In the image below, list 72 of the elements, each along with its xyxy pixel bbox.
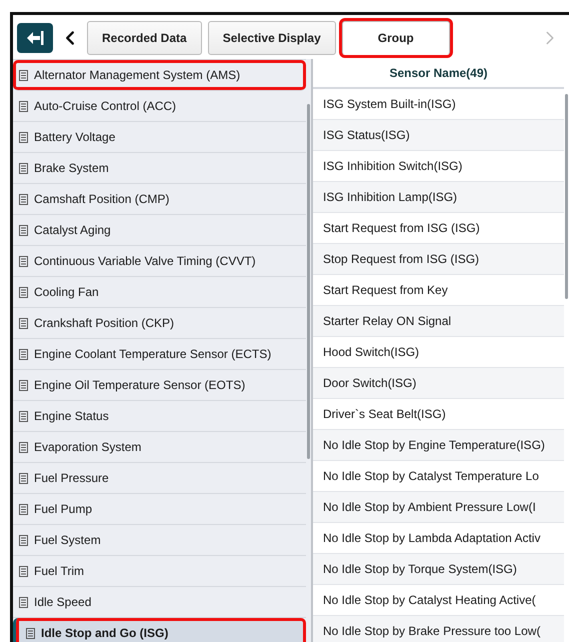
exit-icon [25,30,45,46]
document-icon [19,162,28,174]
document-icon [19,256,28,266]
tab[interactable]: Group [342,21,450,55]
scrollbar[interactable] [307,104,310,459]
document-icon [19,596,28,608]
sensor-name[interactable]: No Idle Stop by Engine Temperature(ISG) [313,430,564,461]
group-label: Idle Speed [34,595,92,609]
sensor-name[interactable]: No Idle Stop by Ambient Pressure Low(I [313,492,564,523]
sensor-name[interactable]: Starter Relay ON Signal [313,306,564,337]
group-item[interactable]: Fuel Trim [13,556,306,587]
group-label: Continuous Variable Valve Timing (CVVT) [34,254,256,268]
group-label: Idle Stop and Go (ISG) [41,626,168,640]
group-label: Brake System [34,161,109,175]
group-label: Engine Oil Temperature Sensor (EOTS) [34,378,246,392]
document-icon [19,472,28,484]
group-label: Battery Voltage [34,130,116,144]
group-item[interactable]: Catalyst Aging [13,215,306,246]
group-item[interactable]: Battery Voltage [13,122,306,153]
group-item[interactable]: Fuel System [13,525,306,556]
sensor-name[interactable]: Door Switch(ISG) [313,368,564,399]
document-icon [19,70,28,80]
document-icon [19,380,28,390]
group-label: Fuel Trim [34,564,84,578]
sensor-name[interactable]: ISG Inhibition Lamp(ISG) [313,182,564,213]
group-label: Evaporation System [34,440,142,454]
group-item[interactable]: Fuel Pump [13,494,306,525]
sensor-name[interactable]: No Idle Stop by Brake Pressure too Low( [313,616,564,642]
document-icon [19,566,28,576]
scrollbar[interactable] [565,94,568,299]
group-item[interactable]: Crankshaft Position (CKP) [13,308,306,339]
exit-button[interactable] [17,23,53,53]
group-item[interactable]: Idle Stop and Go (ISG) [13,618,306,642]
document-icon [19,194,28,204]
group-item[interactable]: Engine Oil Temperature Sensor (EOTS) [13,370,306,401]
group-label: Cooling Fan [34,285,99,299]
group-label: Engine Status [34,409,109,423]
document-icon [19,286,28,298]
document-icon [26,628,35,638]
group-label: Engine Coolant Temperature Sensor (ECTS) [34,347,272,361]
group-label: Crankshaft Position (CKP) [34,316,174,330]
document-icon [19,534,28,546]
group-item[interactable]: Fuel Pressure [13,463,306,494]
group-item[interactable]: Brake System [13,153,306,184]
sensor-name[interactable]: ISG Status(ISG) [313,120,564,151]
group-label: Camshaft Position (CMP) [34,192,170,206]
document-icon [19,100,28,112]
group-label: Catalyst Aging [34,223,111,237]
group-label: Fuel Pump [34,502,92,516]
group-label: Fuel System [34,533,101,547]
document-icon [19,348,28,360]
sensor-name[interactable]: Stop Request from ISG (ISG) [313,244,564,275]
group-item[interactable]: Continuous Variable Valve Timing (CVVT) [13,246,306,277]
group-label: Alternator Management System (AMS) [34,68,240,82]
document-icon [19,132,28,142]
group-label: Fuel Pressure [34,471,109,485]
document-icon [19,410,28,422]
tab[interactable]: Recorded Data [87,21,202,55]
document-icon [19,442,28,452]
document-icon [19,504,28,514]
tab[interactable]: Selective Display [208,21,336,55]
group-item[interactable]: Cooling Fan [13,277,306,308]
group-item[interactable]: Evaporation System [13,432,306,463]
group-item[interactable]: Alternator Management System (AMS) [13,60,306,91]
document-icon [19,318,28,328]
sensor-name[interactable]: No Idle Stop by Torque System(ISG) [313,554,564,585]
group-label: Auto-Cruise Control (ACC) [34,99,176,113]
group-item[interactable]: Engine Status [13,401,306,432]
group-item[interactable]: Auto-Cruise Control (ACC) [13,91,306,122]
document-icon [19,224,28,236]
group-item[interactable]: Camshaft Position (CMP) [13,184,306,215]
group-item[interactable]: Engine Coolant Temperature Sensor (ECTS) [13,339,306,370]
